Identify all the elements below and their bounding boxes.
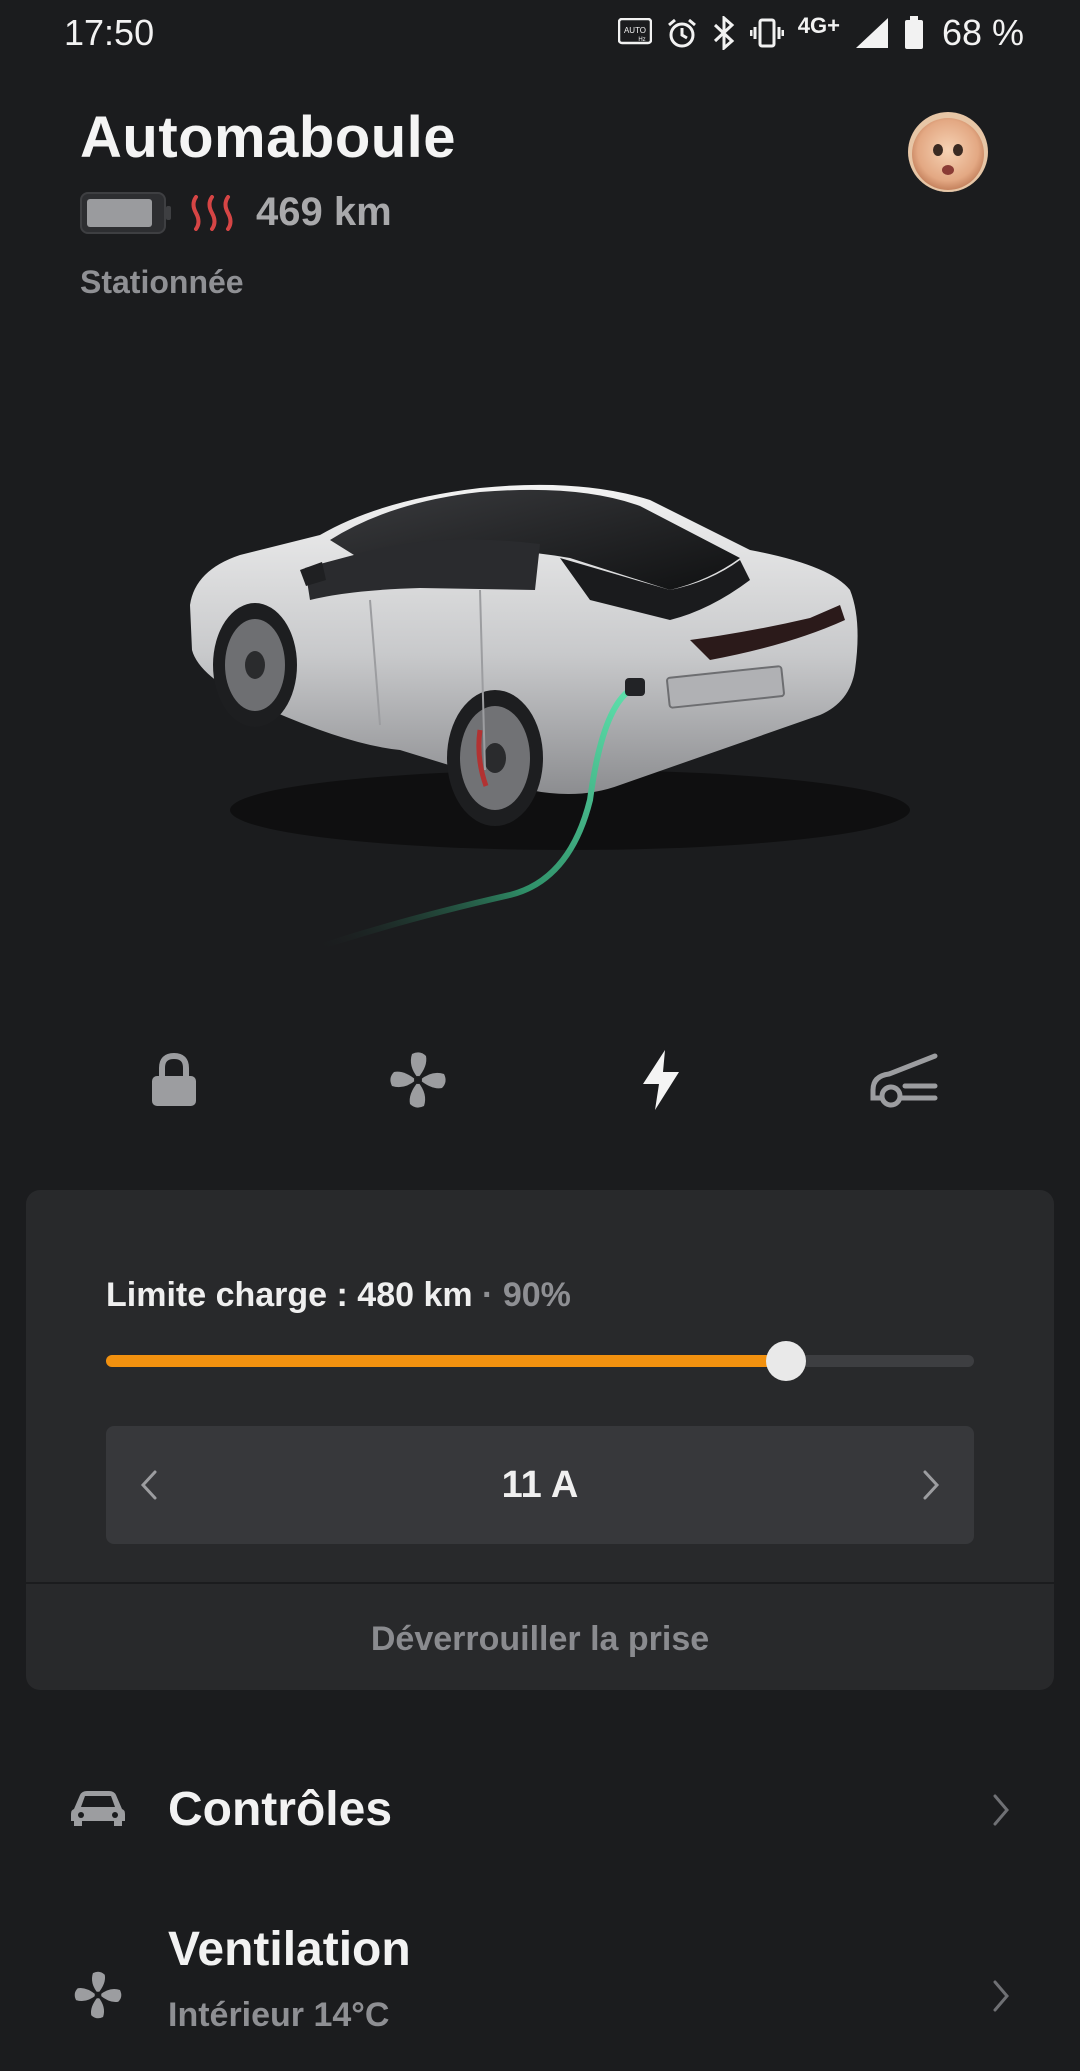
car-icon (68, 1782, 128, 1832)
charge-limit-separator: · (472, 1276, 503, 1314)
alarm-icon (666, 13, 698, 53)
signal-icon (854, 13, 890, 53)
chevron-right-icon (986, 1974, 1016, 2018)
vehicle-name: Automaboule (80, 105, 457, 170)
frunk-button[interactable] (864, 1040, 944, 1120)
charge-limit-percent: 90% (502, 1276, 571, 1314)
svg-text:Hz: Hz (638, 37, 645, 43)
amperage-value: 11 A (501, 1464, 579, 1506)
amperage-increase-button[interactable] (906, 1460, 956, 1510)
card-divider (26, 1582, 1054, 1584)
range-value: 469 km (256, 190, 392, 234)
charging-button[interactable] (621, 1040, 701, 1120)
ventilation-title: Ventilation (168, 1923, 411, 1976)
car-image (150, 440, 950, 980)
quick-actions (0, 1040, 1080, 1120)
charge-limit-slider[interactable] (106, 1341, 974, 1381)
lock-icon (152, 1052, 196, 1106)
battery-heating-icon (190, 194, 236, 231)
menu-item-ventilation[interactable]: Ventilation Intérieur 14°C (0, 1910, 1080, 2060)
app-screen: 17:50 AUTO Hz 4G+ 68 % Automaboule 469 k… (0, 0, 1080, 2071)
range-row: 469 km (80, 190, 392, 235)
profile-avatar[interactable] (908, 112, 988, 192)
vehicle-battery-icon (80, 191, 172, 235)
frunk-icon (870, 1053, 938, 1108)
charge-limit-text: Limite charge : 480 km (106, 1276, 473, 1314)
menu-item-controls[interactable]: Contrôles (0, 1770, 1080, 1850)
network-4g-icon: 4G+ (797, 13, 840, 38)
climate-button[interactable] (378, 1040, 458, 1120)
svg-text:AUTO: AUTO (624, 26, 646, 35)
auto-hz-icon: AUTO Hz (617, 13, 652, 53)
lightning-icon (643, 1050, 679, 1110)
battery-percent: 68 % (941, 12, 1024, 53)
status-icons: AUTO Hz 4G+ 68 % (617, 12, 1024, 54)
charging-card: Limite charge : 480 km · 90% 11 A Déverr… (26, 1190, 1054, 1690)
status-bar: 17:50 AUTO Hz 4G+ 68 % (0, 0, 1080, 66)
status-time: 17:50 (64, 12, 155, 53)
charge-limit-slider-thumb[interactable] (766, 1341, 806, 1381)
chevron-right-icon (986, 1788, 1016, 1832)
vibrate-icon (749, 13, 784, 53)
fan-icon (390, 1052, 446, 1108)
unlock-port-button[interactable]: Déverrouiller la prise (26, 1620, 1054, 1659)
battery-status-icon (904, 13, 924, 53)
fan-icon (68, 1970, 128, 2020)
controls-title: Contrôles (168, 1783, 393, 1836)
charge-limit-slider-fill (106, 1355, 786, 1367)
lock-button[interactable] (134, 1040, 214, 1120)
chevron-right-icon (923, 1470, 940, 1500)
ventilation-subtitle: Intérieur 14°C (168, 1996, 390, 2034)
charge-limit-label: Limite charge : 480 km · 90% (106, 1276, 571, 1315)
bluetooth-icon (712, 13, 736, 53)
amperage-stepper: 11 A (106, 1426, 974, 1544)
vehicle-state: Stationnée (80, 264, 244, 300)
